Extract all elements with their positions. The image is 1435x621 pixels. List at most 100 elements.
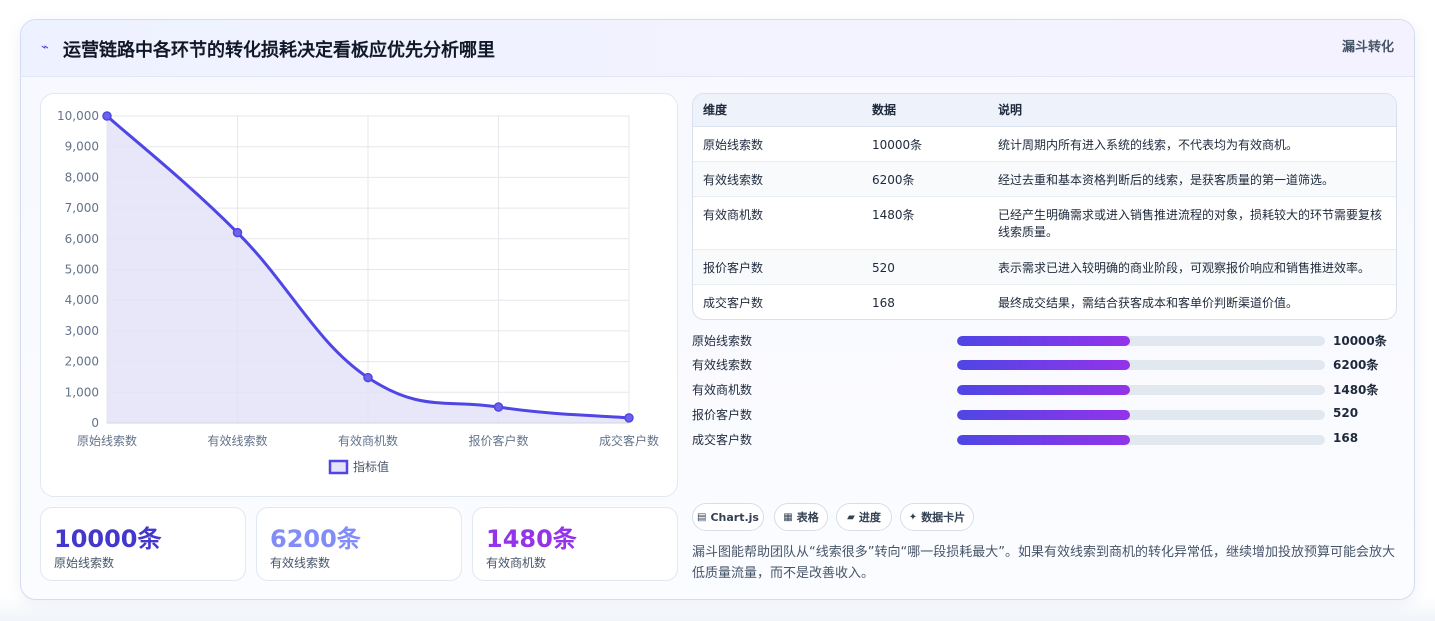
funnel-line-chart: 0 1,000 2,000 3,000 4,000 5,000 6,000 7,000 8,00… [57,109,659,475]
progress-track [957,336,1325,346]
x-tick-label: 有效商机数 [338,433,398,448]
spark-line-icon: ⌁ [41,40,49,55]
kpi-label: 有效线索数 [270,556,331,570]
progress-value: 520 [1333,406,1359,420]
progress-value: 10000条 [1333,334,1387,348]
progress-value: 168 [1333,431,1359,445]
cell-data: 168 [872,295,895,310]
progress-track [957,410,1325,420]
cell-dimension: 成交客户数 [703,295,764,310]
kpi-card-raw-leads: 10000条 原始线索数 [40,507,246,581]
data-point [624,413,634,423]
progress-label: 有效线索数 [692,358,753,372]
progress-value: 6200条 [1333,358,1379,372]
column-header-data: 数据 [862,94,988,127]
progress-fill [957,360,1130,370]
cell-dimension: 报价客户数 [693,249,862,285]
cell-description: 统计周期内所有进入系统的线索，不代表均为有效商机。 [988,126,1396,162]
cell-dimension: 有效商机数 [693,196,862,250]
chip-label: 数据卡片 [921,511,966,524]
y-tick-label: 5,000 [65,263,99,277]
y-tick-label: 10,000 [57,109,99,123]
category-tag: 漏斗转化 [1341,40,1394,55]
y-tick-label: 2,000 [65,355,99,369]
progress-row: 有效线索数 6200条 [692,354,1397,374]
cell-description: 表示需求已进入较明确的商业阶段，可观察报价响应和销售推进效率。 [988,249,1396,285]
progress-fill [957,385,1130,395]
progress-label: 成交客户数 [692,433,753,447]
column-header-description: 说明 [988,94,1396,127]
chip-label: Chart.js [710,510,759,524]
y-tick-label: 4,000 [65,293,99,307]
y-tick-label: 1,000 [65,385,99,399]
kpi-value: 6200条 [270,525,361,553]
progress-row: 报价客户数 520 [692,404,1397,424]
table-icon: ▦ [783,511,793,523]
cell-dimension: 有效线索数 [693,161,862,197]
x-tick-label: 报价客户数 [468,433,528,448]
summary-text: 漏斗图能帮助团队从“线索很多”转向“哪一段损耗最大”。如果有效线索到商机的转化异… [692,545,1395,581]
y-tick-label: 6,000 [65,232,99,246]
progress-fill [957,435,1130,445]
progress-track [957,360,1325,370]
chip-label: 进度 [858,511,881,524]
kpi-value: 10000条 [54,525,162,553]
y-tick-label: 3,000 [65,324,99,338]
data-point [102,111,112,121]
progress-row: 有效商机数 1480条 [692,379,1397,399]
y-tick-label: 7,000 [65,201,99,215]
data-table: 维度 数据 说明 原始线索数 10000条 统计周期内所有进入系统的线索，不代表… [692,93,1397,320]
column-header-dimension: 维度 [693,94,862,127]
chip-chartjs[interactable]: ▤ Chart.js [692,503,764,531]
cell-data: 10000条 [862,126,988,162]
y-tick-label: 0 [91,416,99,430]
table-row: 报价客户数 520 表示需求已进入较明确的商业阶段，可观察报价响应和销售推进效率… [693,249,1396,285]
cell-description: 经过去重和基本资格判断后的线索，是获客质量的第一道筛选。 [988,161,1396,197]
kpi-label: 有效商机数 [486,556,547,570]
progress-label: 原始线索数 [692,334,753,348]
cell-dimension: 原始线索数 [693,126,862,162]
table-row: 成交客户数 168 最终成交结果，需结合获客成本和客单价判断渠道价值。 [693,284,1396,319]
cell-description: 最终成交结果，需结合获客成本和客单价判断渠道价值。 [998,295,1299,310]
progress-fill [957,336,1130,346]
table-header-row: 维度 数据 说明 [693,94,1396,127]
chip-progress[interactable]: ▰ 进度 [836,503,892,531]
kpi-card-valid-leads: 6200条 有效线索数 [256,507,462,581]
kpi-card-opportunities: 1480条 有效商机数 [472,507,678,581]
progress-label: 报价客户数 [692,408,753,422]
chip-table[interactable]: ▦ 表格 [774,503,828,531]
legend-swatch [328,459,349,475]
table-row: 有效商机数 1480条 已经产生明确需求或进入销售推进流程的对象，损耗较大的环节… [693,196,1396,250]
progress-track [957,435,1325,445]
table-row: 有效线索数 6200条 经过去重和基本资格判断后的线索，是获客质量的第一道筛选。 [693,161,1396,197]
legend-label: 指标值 [353,459,389,474]
progress-value: 1480条 [1333,383,1379,397]
card-header: ⌁ 运营链路中各环节的转化损耗决定看板应优先分析哪里 漏斗转化 [21,20,1414,77]
chip-label: 表格 [796,511,819,524]
kpi-label: 原始线索数 [54,556,115,570]
y-tick-label: 8,000 [65,170,99,184]
x-tick-label: 成交客户数 [599,433,659,448]
x-tick-label: 原始线索数 [77,433,137,448]
chart-icon: ▤ [697,511,707,523]
cell-data: 1480条 [862,196,988,250]
chip-data-card[interactable]: ✦ 数据卡片 [900,503,974,531]
card-icon: ✦ [908,511,918,523]
x-tick-label: 有效线索数 [207,433,267,448]
data-point [493,402,504,412]
y-tick-label: 9,000 [65,140,99,154]
chart-panel: 0 1,000 2,000 3,000 4,000 5,000 6,000 7,000 8,00… [40,93,678,497]
kpi-value: 1480条 [486,525,577,553]
cell-data: 6200条 [862,161,988,197]
dashboard-card: ⌁ 运营链路中各环节的转化损耗决定看板应优先分析哪里 漏斗转化 0 1,000 2,… [20,19,1415,600]
progress-row: 原始线索数 10000条 [692,330,1397,350]
cell-description: 已经产生明确需求或进入销售推进流程的对象，损耗较大的环节需要复核线索质量。 [988,196,1396,250]
cell-data: 520 [862,249,988,285]
progress-fill [957,410,1130,420]
progress-track [957,385,1325,395]
page-title: 运营链路中各环节的转化损耗决定看板应优先分析哪里 [63,40,495,61]
data-point [232,227,243,238]
progress-icon: ▰ [847,511,855,523]
data-point [363,372,373,383]
progress-label: 有效商机数 [692,383,753,397]
